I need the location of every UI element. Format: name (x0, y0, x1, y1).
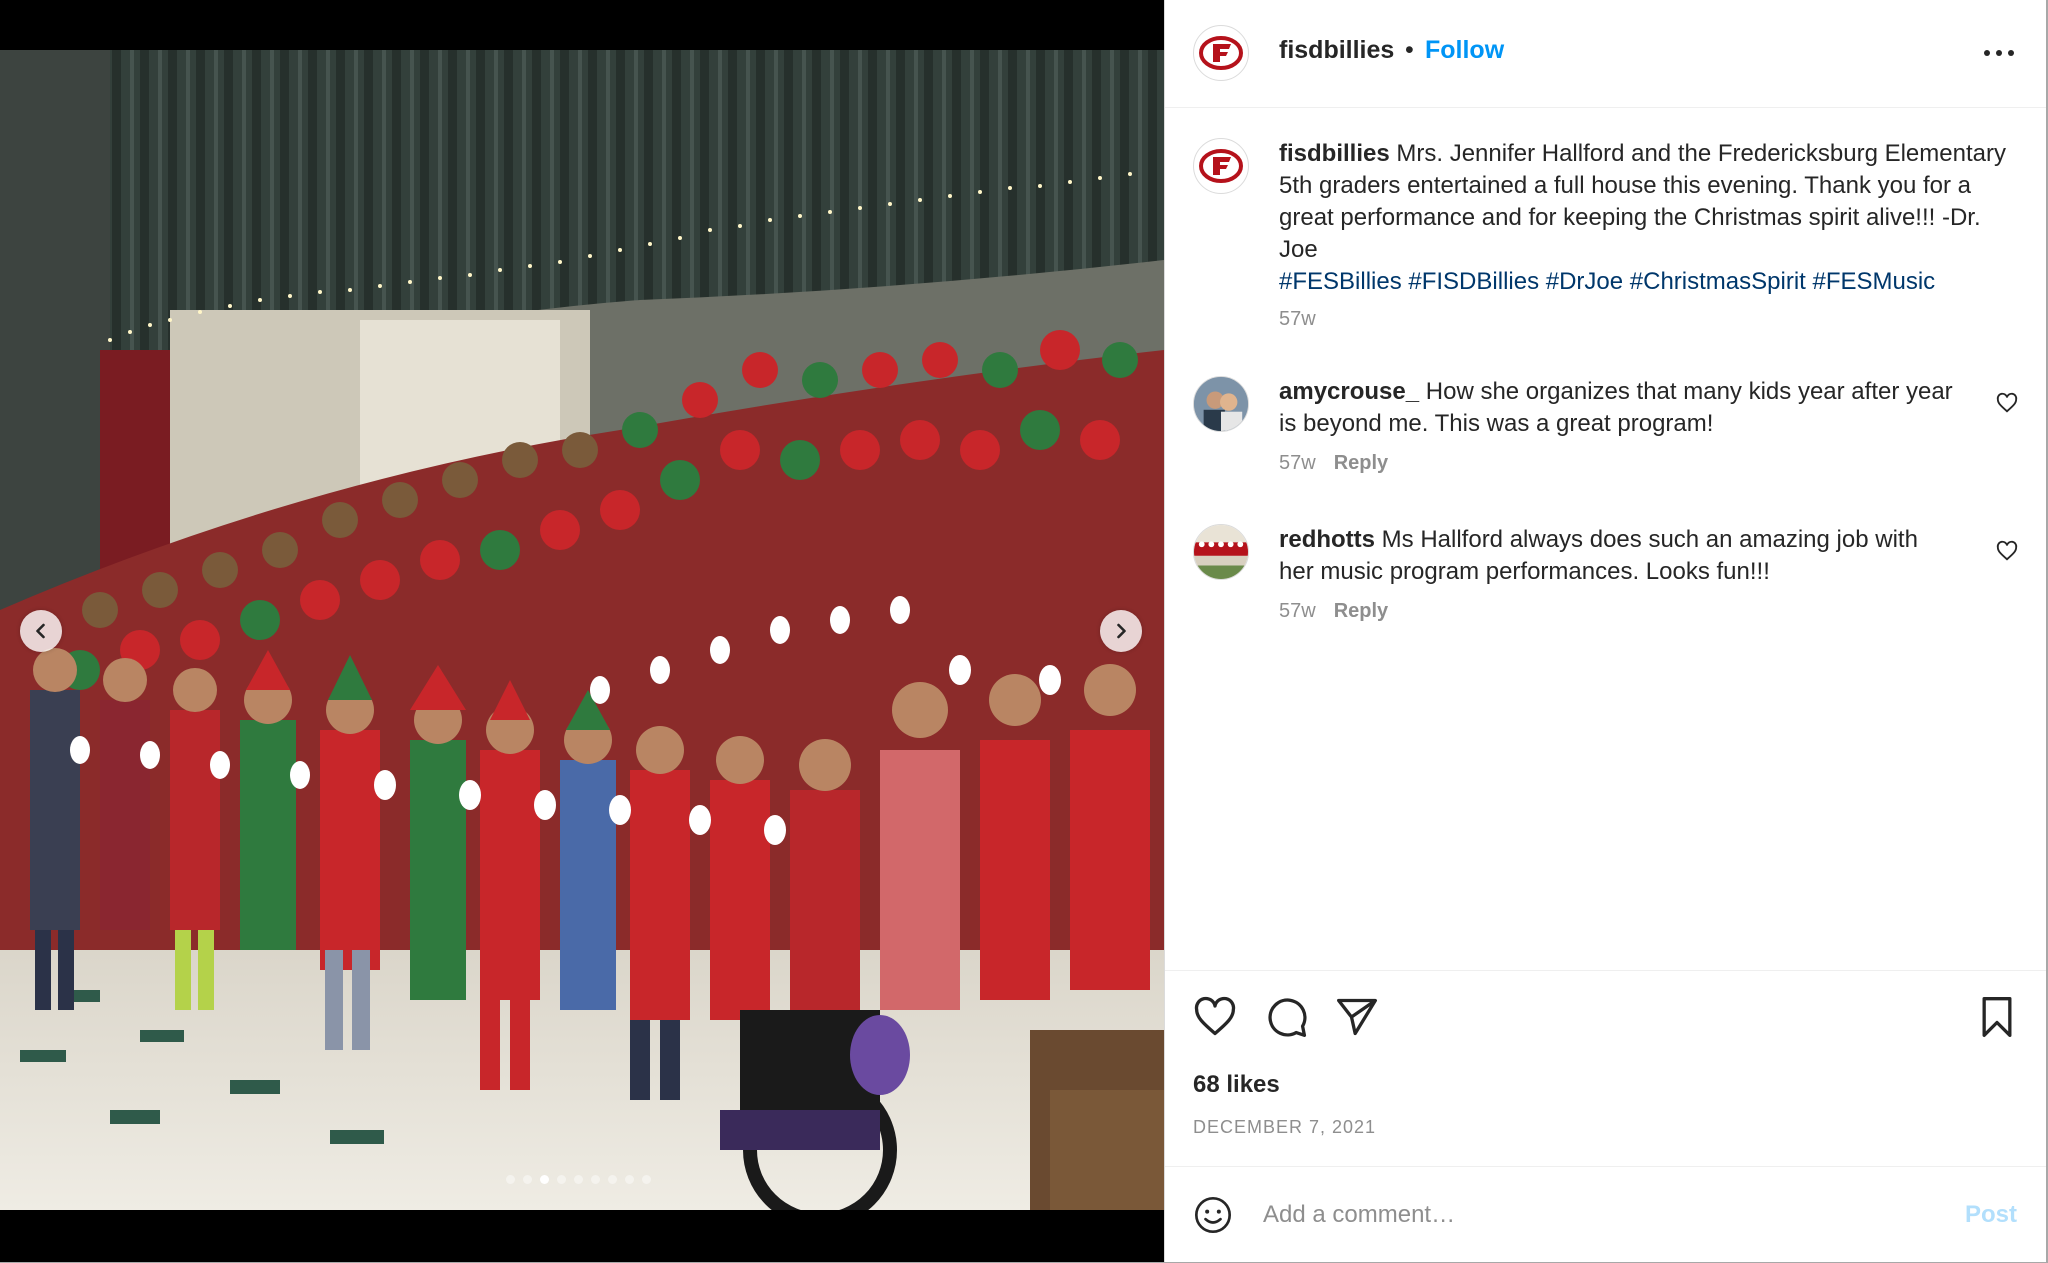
choir-photo-illustration (0, 50, 1164, 1210)
caption-hashtags[interactable]: #FESBillies #FISDBillies #DrJoe #Christm… (1279, 268, 1935, 295)
comment-input[interactable] (1261, 1189, 1905, 1241)
carousel-dot[interactable] (642, 1175, 651, 1184)
comment-username[interactable]: amycrouse_ (1279, 378, 1419, 405)
post-actions: 68 likes DECEMBER 7, 2021 (1165, 970, 2046, 1166)
heart-icon[interactable] (1193, 995, 1237, 1039)
post-comment-button[interactable]: Post (1965, 1201, 2017, 1229)
carousel-dot[interactable] (557, 1175, 566, 1184)
more-horizontal-icon[interactable] (1981, 38, 2017, 68)
comment-meta: 57w Reply (1279, 600, 1388, 623)
heart-icon[interactable] (1996, 540, 2018, 562)
caption-timestamp[interactable]: 57w (1279, 308, 1316, 330)
bookmark-icon[interactable] (1975, 995, 2019, 1039)
post-photo (0, 50, 1164, 1210)
header-separator: • (1405, 36, 1414, 64)
comment-item: redhotts Ms Hallford always does such an… (1193, 524, 2018, 644)
comment-meta: 57w Reply (1279, 452, 1388, 475)
comment-timestamp[interactable]: 57w (1279, 600, 1316, 622)
fisd-logo-icon (1199, 36, 1243, 70)
post-header: fisdbillies • Follow (1165, 0, 2046, 108)
emoji-icon[interactable] (1193, 1195, 1233, 1235)
avatar[interactable] (1193, 138, 1249, 194)
carousel-dot[interactable] (523, 1175, 532, 1184)
comment-text: Ms Hallford always does such an amazing … (1279, 526, 1918, 585)
fisd-logo-icon (1199, 149, 1243, 183)
carousel-dot[interactable] (625, 1175, 634, 1184)
comment-icon[interactable] (1265, 995, 1309, 1039)
comment-username[interactable]: redhotts (1279, 526, 1375, 553)
user-photo-icon (1194, 377, 1248, 431)
team-photo-icon (1194, 525, 1248, 579)
carousel-next-button[interactable] (1100, 610, 1142, 652)
add-comment-bar: Post (1165, 1166, 2046, 1263)
carousel-prev-button[interactable] (20, 610, 62, 652)
caption-text-block: fisdbillies Mrs. Jennifer Hallford and t… (1279, 138, 2018, 298)
post-caption: fisdbillies Mrs. Jennifer Hallford and t… (1193, 138, 2018, 338)
comment-text-block: amycrouse_ How she organizes that many k… (1279, 376, 1958, 440)
carousel-dot[interactable] (591, 1175, 600, 1184)
post-media (0, 0, 1164, 1262)
chevron-left-icon (36, 623, 45, 639)
comment-item: amycrouse_ How she organizes that many k… (1193, 376, 2018, 496)
chevron-right-icon (1117, 623, 1126, 639)
reply-button[interactable]: Reply (1334, 600, 1388, 622)
heart-icon[interactable] (1996, 392, 2018, 414)
carousel-dot[interactable] (608, 1175, 617, 1184)
post-details-panel: fisdbillies • Follow fisdbillies Mrs. Je… (1164, 0, 2046, 1262)
comment-timestamp[interactable]: 57w (1279, 452, 1316, 474)
reply-button[interactable]: Reply (1334, 452, 1388, 474)
carousel-dot[interactable] (574, 1175, 583, 1184)
comments-feed[interactable]: fisdbillies Mrs. Jennifer Hallford and t… (1165, 108, 2046, 970)
carousel-dot[interactable] (506, 1175, 515, 1184)
follow-button[interactable]: Follow (1425, 36, 1504, 65)
caption-meta: 57w (1279, 308, 1316, 331)
likes-count[interactable]: 68 likes (1193, 1071, 1280, 1099)
caption-username[interactable]: fisdbillies (1279, 140, 1390, 167)
avatar[interactable] (1193, 524, 1249, 580)
share-icon[interactable] (1335, 995, 1379, 1039)
post-author-username[interactable]: fisdbillies (1279, 36, 1394, 65)
comment-text-block: redhotts Ms Hallford always does such an… (1279, 524, 1958, 588)
post-date[interactable]: DECEMBER 7, 2021 (1193, 1117, 1376, 1138)
carousel-dots (506, 1175, 651, 1184)
avatar[interactable] (1193, 376, 1249, 432)
carousel-dot[interactable] (540, 1175, 549, 1184)
avatar[interactable] (1193, 25, 1249, 81)
